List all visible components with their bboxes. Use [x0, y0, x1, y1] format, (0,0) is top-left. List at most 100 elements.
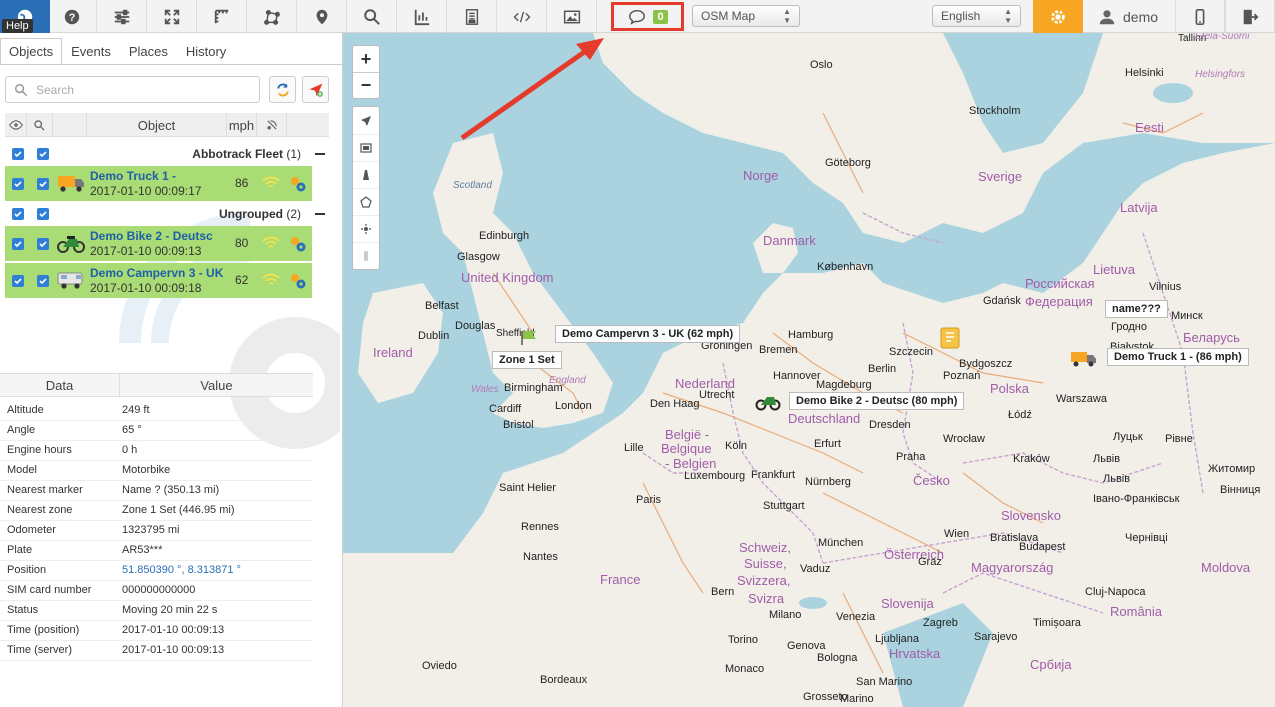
city-label: Vilnius	[1149, 281, 1182, 293]
city-label: Köln	[725, 440, 748, 452]
traffic-icon[interactable]	[353, 242, 379, 269]
chat-button[interactable]: 0	[611, 2, 684, 31]
language-value: English	[941, 9, 981, 23]
object-follow-checkbox[interactable]	[37, 178, 49, 190]
polygon-tool-icon[interactable]	[353, 188, 379, 215]
map-type-select[interactable]: OSM Map ▲ ▼	[692, 5, 800, 27]
city-label: Вінниця	[1220, 484, 1261, 496]
data-value: 0 h	[122, 444, 138, 456]
data-value: Name ? (350.13 mi)	[122, 484, 220, 496]
user-name: demo	[1123, 8, 1159, 25]
locate-icon[interactable]	[353, 107, 379, 134]
object-visible-checkbox[interactable]	[12, 275, 24, 287]
settings-gear-icon[interactable]	[1033, 0, 1083, 33]
sliders-icon[interactable]	[97, 0, 147, 33]
polygon-icon[interactable]	[247, 0, 297, 33]
object-visible-checkbox[interactable]	[12, 238, 24, 250]
map-tools	[352, 106, 380, 270]
svg-text:?: ?	[68, 12, 75, 24]
mobile-icon[interactable]	[1175, 0, 1225, 33]
city-label: Luxembourg	[684, 470, 746, 482]
tab-objects[interactable]: Objects	[0, 38, 63, 65]
data-key: Status	[7, 604, 39, 616]
zoom-out-button[interactable]: −	[353, 72, 379, 98]
country-label: Slovensko	[1001, 508, 1061, 523]
add-object-button[interactable]	[302, 76, 329, 103]
data-key: Altitude	[7, 404, 44, 416]
truck-marker-icon[interactable]	[1070, 349, 1098, 369]
camper-marker-label[interactable]: Demo Campervn 3 - UK (62 mph)	[555, 325, 741, 343]
sidebar-tabs: Objects Events Places History	[0, 38, 235, 65]
group-visible-checkbox[interactable]	[12, 148, 24, 160]
bike-marker-label[interactable]: Demo Bike 2 - Deutsc (80 mph)	[789, 392, 965, 410]
marker-icon[interactable]	[297, 0, 347, 33]
fullscreen-icon[interactable]	[147, 0, 197, 33]
collapse-icon[interactable]	[315, 153, 325, 155]
zoom-in-button[interactable]: +	[353, 46, 379, 72]
object-settings-icon[interactable]	[289, 175, 307, 193]
group-follow-checkbox[interactable]	[37, 148, 49, 160]
follow-column-icon[interactable]	[27, 113, 53, 137]
collapse-icon[interactable]	[315, 213, 325, 215]
data-column-header: Data	[0, 374, 120, 397]
place-marker-label[interactable]: name???	[1105, 300, 1168, 318]
object-settings-icon[interactable]	[289, 272, 307, 290]
object-row[interactable]: Demo Truck 1 - 2017-01-10 00:09:17 86	[5, 166, 312, 201]
motorbike-marker-icon[interactable]	[755, 391, 781, 411]
city-label: Torino	[728, 634, 758, 646]
road-icon[interactable]	[353, 161, 379, 188]
country-label: Hrvatska	[889, 646, 941, 661]
data-value: 65 °	[122, 424, 142, 436]
speed-column-header[interactable]: mph	[227, 113, 257, 137]
city-label: Venezia	[836, 611, 876, 623]
object-follow-checkbox[interactable]	[37, 238, 49, 250]
region-label: Helsingfors	[1195, 69, 1246, 80]
city-label: Erfurt	[814, 438, 841, 450]
tab-history[interactable]: History	[177, 38, 235, 65]
layers-icon[interactable]	[353, 134, 379, 161]
ruler-icon[interactable]	[197, 0, 247, 33]
city-label: Hannover	[773, 370, 821, 382]
place-marker-icon[interactable]	[940, 327, 960, 349]
truck-marker-label[interactable]: Demo Truck 1 - (86 mph)	[1107, 348, 1249, 366]
group-row[interactable]: Ungrouped (2)	[5, 204, 329, 224]
help-icon[interactable]: ?	[47, 0, 97, 33]
country-label: Ireland	[373, 345, 413, 360]
language-select[interactable]: English ▲ ▼	[932, 5, 1021, 27]
zone-label[interactable]: Zone 1 Set	[492, 351, 562, 369]
city-label: Bristol	[503, 419, 534, 431]
tab-places[interactable]: Places	[120, 38, 177, 65]
position-link[interactable]: 51.850390 °, 8.313871 °	[122, 564, 241, 576]
tab-events[interactable]: Events	[62, 38, 120, 65]
select-caret-icon: ▲ ▼	[1004, 7, 1012, 25]
logout-icon[interactable]	[1225, 0, 1275, 33]
image-icon[interactable]	[547, 0, 597, 33]
city-label: Szczecin	[889, 346, 934, 358]
visibility-column-icon[interactable]	[5, 113, 27, 137]
object-row[interactable]: Demo Bike 2 - Deutsc 2017-01-10 00:09:13…	[5, 226, 312, 261]
refresh-button[interactable]	[269, 76, 296, 103]
country-label: France	[600, 572, 641, 587]
object-row[interactable]: Demo Campervn 3 - UK 2017-01-10 00:09:18…	[5, 263, 312, 298]
country-label: Svizzera,	[737, 573, 791, 588]
report-icon[interactable]	[447, 0, 497, 33]
object-visible-checkbox[interactable]	[12, 178, 24, 190]
city-label: Oslo	[810, 59, 833, 71]
object-settings-icon[interactable]	[289, 235, 307, 253]
object-column-header[interactable]: Object	[87, 113, 227, 137]
group-visible-checkbox[interactable]	[12, 208, 24, 220]
city-label: Cardiff	[489, 403, 522, 415]
city-label: Луцьк	[1113, 431, 1143, 443]
code-icon[interactable]	[497, 0, 547, 33]
cluster-icon[interactable]	[353, 215, 379, 242]
search-icon[interactable]	[347, 0, 397, 33]
group-follow-checkbox[interactable]	[37, 208, 49, 220]
group-row[interactable]: Abbotrack Fleet (1)	[5, 144, 329, 164]
user-menu[interactable]: demo	[1083, 0, 1183, 33]
chart-icon[interactable]	[397, 0, 447, 33]
map-canvas[interactable]: Oslo Helsinki Tallinn Helsingfors Etelä-…	[343, 33, 1275, 707]
search-input[interactable]: Search	[5, 76, 260, 103]
flag-icon[interactable]	[519, 329, 541, 345]
city-label: Gdańsk	[983, 295, 1021, 307]
object-follow-checkbox[interactable]	[37, 275, 49, 287]
